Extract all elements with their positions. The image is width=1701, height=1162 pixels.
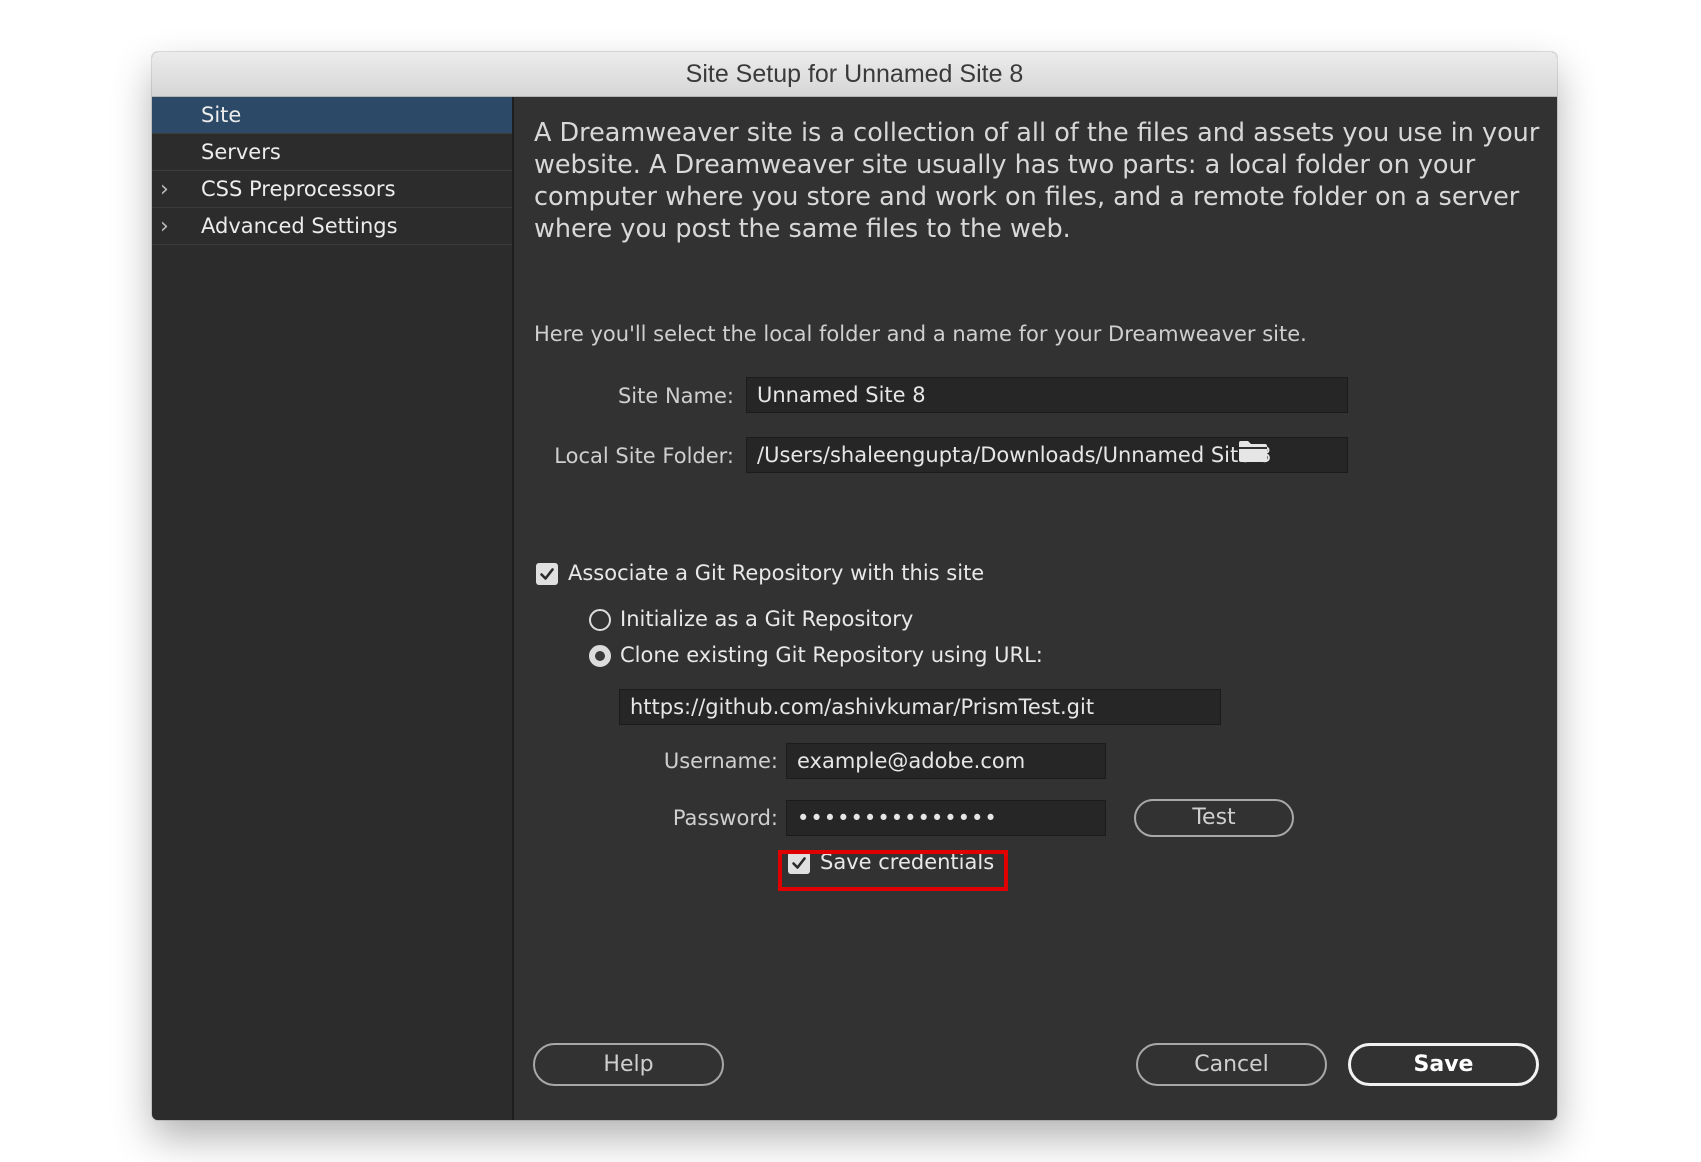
init-git-label: Initialize as a Git Repository (620, 607, 914, 631)
password-label: Password: (672, 806, 778, 830)
sidebar: Site Servers › CSS Preprocessors › Advan… (152, 97, 514, 1120)
save-button[interactable]: Save (1348, 1043, 1539, 1086)
test-button[interactable]: Test (1134, 799, 1294, 837)
chevron-right-icon[interactable]: › (160, 171, 169, 208)
folder-icon[interactable] (1238, 439, 1268, 463)
cancel-button[interactable]: Cancel (1136, 1043, 1327, 1086)
instructions-text: Here you'll select the local folder and … (534, 322, 1307, 346)
checkmark-icon (540, 568, 554, 580)
sidebar-item-label: Servers (201, 140, 281, 164)
sidebar-item-servers[interactable]: Servers (152, 134, 512, 171)
sidebar-item-label: Advanced Settings (201, 214, 398, 238)
associate-git-label: Associate a Git Repository with this sit… (568, 561, 985, 585)
save-credentials-highlight (778, 850, 1008, 891)
dialog-title: Site Setup for Unnamed Site 8 (685, 59, 1024, 88)
clone-git-radio[interactable] (589, 645, 611, 667)
sidebar-item-site[interactable]: Site (152, 97, 512, 134)
sidebar-item-advanced-settings[interactable]: › Advanced Settings (152, 208, 512, 245)
chevron-right-icon[interactable]: › (160, 208, 169, 245)
intro-text: A Dreamweaver site is a collection of al… (534, 118, 1540, 244)
username-field[interactable]: example@adobe.com (786, 743, 1106, 779)
help-button[interactable]: Help (533, 1043, 724, 1086)
username-label: Username: (663, 749, 778, 773)
init-git-radio[interactable] (589, 609, 611, 631)
sidebar-item-label: CSS Preprocessors (201, 177, 396, 201)
clone-git-label: Clone existing Git Repository using URL: (620, 643, 1043, 667)
sidebar-item-label: Site (201, 103, 242, 127)
site-setup-dialog: Site Setup for Unnamed Site 8 Site Serve… (152, 52, 1557, 1120)
git-url-field[interactable]: https://github.com/ashivkumar/PrismTest.… (619, 689, 1221, 725)
title-bar: Site Setup for Unnamed Site 8 (152, 52, 1557, 97)
local-site-folder-label: Local Site Folder: (554, 444, 734, 468)
password-field[interactable]: ••••••••••••••• (786, 800, 1106, 836)
site-name-label: Site Name: (617, 384, 734, 408)
site-name-field[interactable]: Unnamed Site 8 (746, 377, 1348, 413)
sidebar-item-css-preprocessors[interactable]: › CSS Preprocessors (152, 171, 512, 208)
associate-git-checkbox[interactable] (536, 563, 558, 585)
